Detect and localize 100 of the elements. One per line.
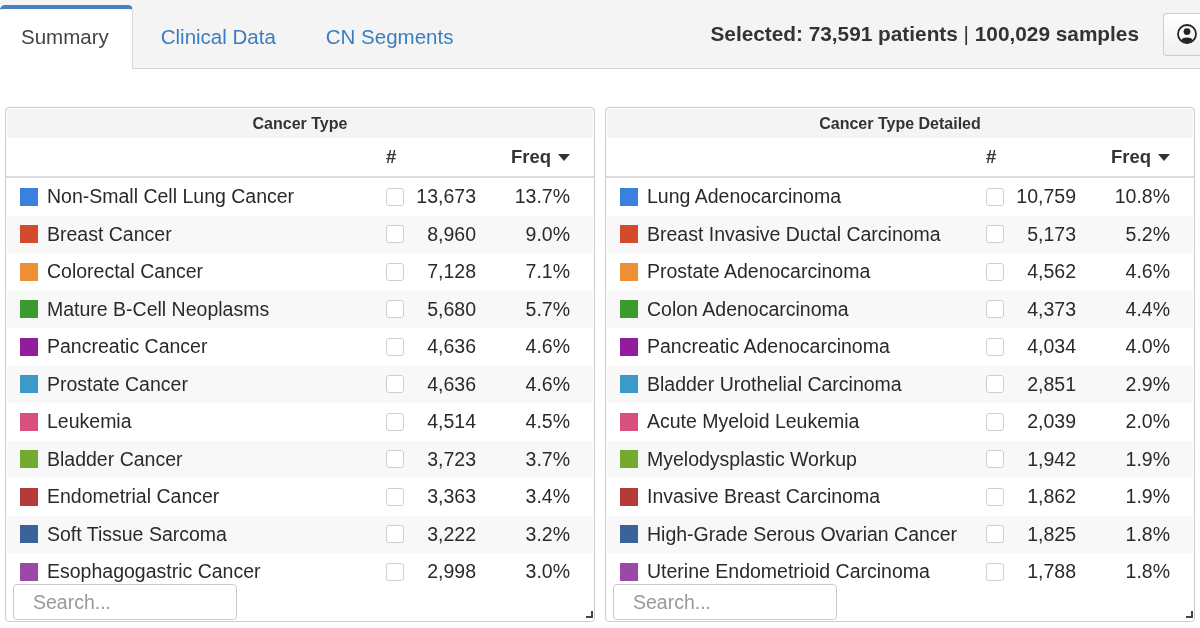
frequency-value: 5.2% [1125, 222, 1170, 246]
frequency-value: 4.0% [1125, 335, 1170, 359]
frequency-value: 5.7% [525, 297, 570, 321]
frequency-value: 2.0% [1125, 410, 1170, 434]
checkbox[interactable] [386, 300, 404, 319]
column-header[interactable]: Freq [510, 146, 570, 168]
frequency-value: 1.8% [1125, 522, 1170, 546]
checkbox[interactable] [386, 450, 404, 469]
resize-handle-icon [1186, 611, 1193, 618]
sample-count: 2,851 [1027, 372, 1076, 396]
checkbox[interactable] [386, 337, 404, 356]
sample-count: 4,034 [1027, 335, 1076, 359]
frequency-value: 4.5% [525, 410, 570, 434]
checkbox[interactable] [386, 262, 404, 281]
checkbox[interactable] [986, 337, 1004, 356]
frequency-value: 1.8% [1125, 560, 1170, 584]
frequency-value: 2.9% [1125, 372, 1170, 396]
frequency-value: 3.7% [525, 447, 570, 471]
frequency-value: 3.0% [525, 560, 570, 584]
sort-caret-icon [1158, 153, 1170, 161]
checkbox[interactable] [986, 375, 1004, 394]
sample-count: 3,363 [427, 485, 476, 509]
checkbox[interactable] [386, 562, 404, 581]
sample-count: 8,960 [427, 222, 476, 246]
sample-count: 4,562 [1027, 260, 1076, 284]
column-header[interactable]: Freq [1110, 146, 1170, 168]
checkbox[interactable] [386, 487, 404, 506]
sample-count: 2,998 [427, 560, 476, 584]
frequency-value: 10.8% [1114, 185, 1170, 209]
checkbox[interactable] [986, 450, 1004, 469]
category-label: Colon Adenocarcinoma [647, 297, 849, 321]
category-label: Prostate Cancer [47, 372, 188, 396]
category-label: Pancreatic Adenocarcinoma [647, 335, 890, 359]
checkbox[interactable] [986, 525, 1004, 544]
sample-count: 1,862 [1027, 485, 1076, 509]
resize-handle-icon [586, 611, 593, 618]
user-button[interactable] [1163, 12, 1200, 56]
category-label: Endometrial Cancer [47, 485, 220, 509]
search-field[interactable]: Search... [613, 584, 837, 620]
frequency-value: 7.1% [525, 260, 570, 284]
sample-count: 2,039 [1027, 410, 1076, 434]
checkbox[interactable] [386, 412, 404, 431]
checkbox[interactable] [986, 487, 1004, 506]
category-label: Breast Invasive Ductal Carcinoma [647, 222, 941, 246]
category-label: Soft Tissue Sarcoma [47, 522, 227, 546]
category-label: Bladder Urothelial Carcinoma [647, 372, 902, 396]
frequency-value: 3.2% [525, 522, 570, 546]
frequency-value: 4.6% [525, 335, 570, 359]
sort-caret-icon [558, 153, 570, 161]
sample-count: 1,825 [1027, 522, 1076, 546]
checkbox[interactable] [986, 412, 1004, 431]
sample-count: 4,636 [427, 335, 476, 359]
category-label: Leukemia [47, 410, 132, 434]
tab[interactable]: Summary [0, 5, 133, 69]
checkbox[interactable] [986, 262, 1004, 281]
sample-count: 10,759 [1016, 185, 1076, 209]
checkbox[interactable] [986, 187, 1004, 206]
checkbox[interactable] [986, 300, 1004, 319]
checkbox[interactable] [986, 562, 1004, 581]
panel-title: Cancer Type Detailed [607, 109, 1193, 138]
tab[interactable]: Clinical Data [160, 25, 276, 49]
frequency-value: 4.6% [525, 372, 570, 396]
category-label: High-Grade Serous Ovarian Cancer [647, 522, 957, 546]
category-label: Breast Cancer [47, 222, 172, 246]
category-label: Invasive Breast Carcinoma [647, 485, 880, 509]
category-label: Non-Small Cell Lung Cancer [47, 185, 295, 209]
sample-count: 3,723 [427, 447, 476, 471]
panel-title: Cancer Type [7, 109, 593, 138]
checkbox[interactable] [386, 187, 404, 206]
checkbox[interactable] [386, 225, 404, 244]
sample-count: 4,636 [427, 372, 476, 396]
checkbox[interactable] [986, 225, 1004, 244]
sample-count: 3,222 [427, 522, 476, 546]
sample-count: 1,942 [1027, 447, 1076, 471]
category-label: Prostate Adenocarcinoma [647, 260, 871, 284]
category-label: Uterine Endometrioid Carcinoma [647, 560, 930, 584]
category-label: Myelodysplastic Workup [647, 447, 857, 471]
column-header[interactable]: # [986, 146, 997, 168]
sample-count: 4,373 [1027, 297, 1076, 321]
frequency-value: 4.4% [1125, 297, 1170, 321]
category-label: Acute Myeloid Leukemia [647, 410, 860, 434]
search-field[interactable]: Search... [13, 584, 237, 620]
category-label: Colorectal Cancer [47, 260, 204, 284]
category-label: Pancreatic Cancer [47, 335, 208, 359]
category-label: Lung Adenocarcinoma [647, 185, 842, 209]
category-label: Esophagogastric Cancer [47, 560, 261, 584]
user-icon [1177, 24, 1197, 44]
tab[interactable]: CN Segments [325, 25, 454, 49]
checkbox[interactable] [386, 525, 404, 544]
frequency-value: 4.6% [1125, 260, 1170, 284]
frequency-value: 1.9% [1125, 447, 1170, 471]
checkbox[interactable] [386, 375, 404, 394]
sample-count: 1,788 [1027, 560, 1076, 584]
selection-summary: Selected: 73,591 patients | 100,029 samples [710, 22, 1139, 46]
category-label: Mature B-Cell Neoplasms [47, 297, 270, 321]
sample-count: 4,514 [427, 410, 476, 434]
sample-count: 5,680 [427, 297, 476, 321]
sample-count: 5,173 [1027, 222, 1076, 246]
sample-count: 13,673 [416, 185, 476, 209]
column-header[interactable]: # [386, 146, 397, 168]
